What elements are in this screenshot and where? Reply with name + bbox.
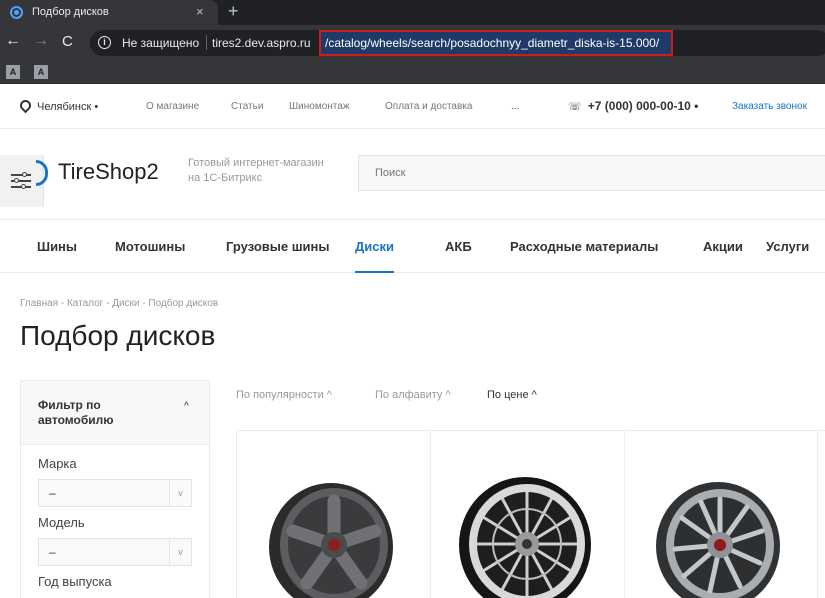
phone-text: +7 (000) 000-00-10: [587, 99, 691, 113]
menu-item-wheels[interactable]: Диски: [355, 239, 394, 273]
topnav-articles[interactable]: Статьи: [231, 101, 263, 112]
address-separator: [206, 35, 207, 50]
product-card[interactable]: [624, 431, 818, 598]
security-label[interactable]: Не защищено: [122, 36, 199, 50]
new-tab-button[interactable]: +: [228, 1, 239, 22]
bookmark-a-icon[interactable]: A: [34, 65, 48, 79]
phone-icon: ☏: [568, 101, 582, 113]
sliders-icon: [11, 171, 31, 189]
breadcrumb[interactable]: Главная - Каталог - Диски - Подбор диско…: [20, 298, 218, 309]
brand-label: Марка: [38, 456, 77, 471]
browser-tab[interactable]: Подбор дисков ×: [0, 0, 218, 25]
topnav-payment-delivery[interactable]: Оплата и доставка: [385, 101, 472, 112]
tab-close-icon[interactable]: ×: [196, 4, 204, 19]
forward-arrow-icon[interactable]: →: [33, 32, 49, 50]
search-input[interactable]: Поиск: [358, 155, 825, 191]
city-selector[interactable]: Челябинск •: [17, 97, 98, 114]
logo[interactable]: TireShop2: [58, 159, 159, 185]
topnav-about[interactable]: О магазине: [146, 101, 199, 112]
menu-item-sales[interactable]: Акции: [703, 239, 743, 254]
menu-item-moto-tires[interactable]: Мотошины: [115, 239, 185, 254]
location-pin-icon: [17, 97, 34, 114]
url-path[interactable]: /catalog/wheels/search/posadochnyy_diame…: [325, 36, 659, 50]
logo-icon[interactable]: [36, 160, 48, 186]
search-placeholder: Поиск: [375, 167, 406, 179]
product-image-wheel-dark[interactable]: [261, 459, 401, 598]
menu-item-batteries[interactable]: АКБ: [445, 239, 472, 254]
chevron-down-icon: v: [169, 539, 191, 565]
address-bar[interactable]: i Не защищено tires2.dev.aspro.ru /catal…: [90, 30, 825, 56]
sort-popularity[interactable]: По популярности ^: [236, 389, 332, 401]
reload-icon[interactable]: C: [62, 33, 73, 50]
year-label: Год выпуска: [38, 574, 112, 589]
sort-alphabet[interactable]: По алфавиту ^: [375, 389, 451, 401]
menu-item-services[interactable]: Услуги: [766, 239, 809, 254]
main-menu: Шины Мотошины Грузовые шины Диски АКБ Ра…: [0, 219, 825, 273]
page-title: Подбор дисков: [20, 320, 216, 351]
car-filter-title: Фильтр по автомобилю: [38, 398, 114, 427]
tab-title: Подбор дисков: [32, 6, 109, 18]
car-filter-header[interactable]: Фильтр по автомобилю ^: [21, 381, 209, 445]
menu-item-consumables[interactable]: Расходные материалы: [510, 239, 658, 254]
topnav-tire-service[interactable]: Шиномонтаж: [289, 101, 350, 112]
brand-select[interactable]: – v: [38, 479, 192, 507]
bookmark-a-icon[interactable]: A: [6, 65, 20, 79]
topnav-more[interactable]: ...: [511, 101, 519, 112]
product-card[interactable]: [237, 431, 431, 598]
brand-value: –: [49, 486, 56, 500]
product-image-wheel-silver[interactable]: [648, 459, 788, 598]
info-icon[interactable]: i: [98, 36, 111, 49]
site-topbar: Челябинск • О магазине Статьи Шиномонтаж…: [0, 84, 825, 129]
car-filter-panel: Фильтр по автомобилю ^ Марка – v Модель …: [20, 380, 210, 598]
menu-item-tires[interactable]: Шины: [37, 239, 77, 254]
product-card[interactable]: [431, 431, 625, 598]
city-name: Челябинск: [37, 101, 92, 113]
chevron-up-icon[interactable]: ^: [184, 401, 189, 412]
callback-link[interactable]: Заказать звонок: [732, 101, 807, 112]
model-label: Модель: [38, 515, 85, 530]
product-grid: [236, 430, 825, 598]
browser-tabbar: Подбор дисков × +: [0, 0, 825, 25]
url-host[interactable]: tires2.dev.aspro.ru: [212, 36, 311, 50]
site-favicon-icon: [10, 6, 23, 19]
chevron-down-icon: v: [169, 480, 191, 506]
browser-toolbar: ← → C i Не защищено tires2.dev.aspro.ru …: [0, 25, 825, 61]
slogan: Готовый интернет-магазин на 1С-Битрикс: [188, 157, 324, 184]
back-arrow-icon[interactable]: ←: [5, 32, 21, 50]
url-path-highlight[interactable]: /catalog/wheels/search/posadochnyy_diame…: [319, 30, 673, 56]
model-select[interactable]: – v: [38, 538, 192, 566]
menu-item-truck-tires[interactable]: Грузовые шины: [226, 239, 330, 254]
product-image-wheel-chrome[interactable]: [455, 459, 595, 598]
bookmarks-bar: A A: [0, 61, 825, 84]
phone-number[interactable]: ☏ +7 (000) 000-00-10 •: [568, 99, 698, 113]
model-value: –: [49, 545, 56, 559]
sort-price[interactable]: По цене ^: [487, 389, 537, 401]
